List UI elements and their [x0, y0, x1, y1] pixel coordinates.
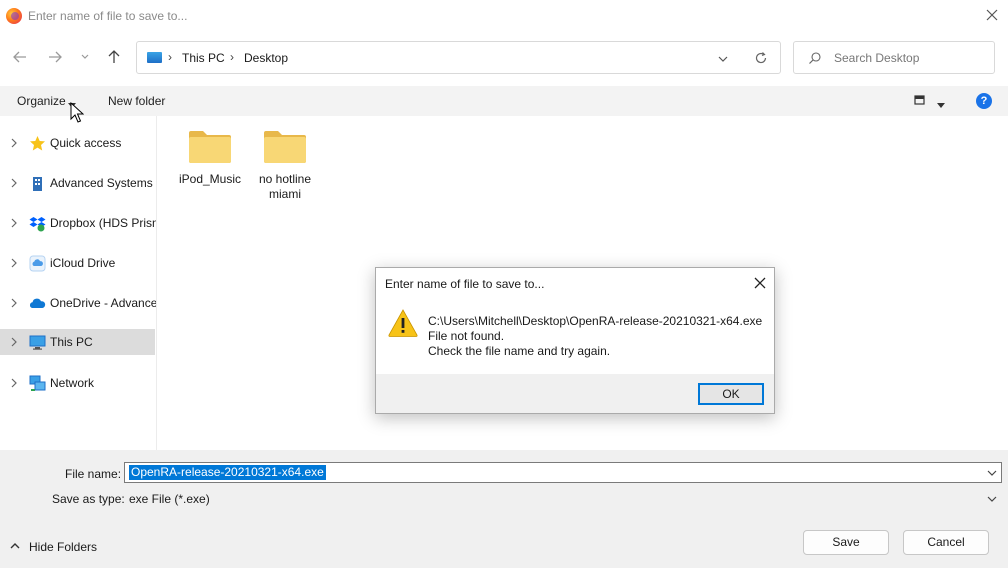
- search-icon: [808, 51, 822, 68]
- breadcrumb-desktop[interactable]: Desktop: [244, 51, 288, 65]
- file-name-value[interactable]: OpenRA-release-20210321-x64.exe: [129, 465, 326, 480]
- chevron-right-icon[interactable]: [9, 178, 19, 188]
- network-icon: [29, 375, 46, 391]
- file-name-field[interactable]: OpenRA-release-20210321-x64.exe: [124, 462, 1002, 483]
- chevron-down-icon[interactable]: [987, 469, 997, 477]
- building-icon: [33, 177, 42, 191]
- up-icon[interactable]: [103, 46, 125, 68]
- chevron-right-icon[interactable]: [9, 138, 19, 148]
- sidebar-item-label: iCloud Drive: [50, 256, 116, 270]
- folder-item[interactable]: no hotline miami: [249, 128, 321, 202]
- folder-item[interactable]: iPod_Music: [174, 128, 246, 187]
- chevron-right-icon[interactable]: [9, 258, 19, 268]
- folder-icon: [263, 128, 307, 164]
- help-icon[interactable]: ?: [976, 93, 992, 109]
- sidebar-item-label: OneDrive - Advance: [50, 296, 157, 310]
- save-type-label: Save as type:: [52, 492, 125, 506]
- sidebar-item-dropbox[interactable]: Dropbox (HDS Prism: [0, 210, 157, 236]
- save-footer: File name: OpenRA-release-20210321-x64.e…: [0, 450, 1008, 568]
- chevron-right-icon[interactable]: [9, 378, 19, 388]
- computer-icon: [147, 52, 162, 63]
- breadcrumb-this-pc[interactable]: This PC: [182, 51, 225, 65]
- chevron-up-icon: [10, 543, 20, 549]
- search-input[interactable]: Search Desktop: [793, 41, 995, 74]
- dialog-message: File not found.: [428, 329, 505, 343]
- command-bar: Organize New folder ?: [0, 86, 1008, 116]
- error-dialog: Enter name of file to save to... C:\User…: [375, 267, 775, 414]
- navigation-bar: › This PC › Desktop Search Desktop: [0, 38, 1008, 78]
- sidebar-item-label: Network: [50, 376, 95, 390]
- save-type-select[interactable]: exe File (*.exe): [124, 488, 1002, 509]
- title-bar: Enter name of file to save to...: [0, 0, 1008, 32]
- recent-locations-icon[interactable]: [75, 46, 95, 68]
- sidebar-item-label: Advanced Systems D: [50, 176, 157, 190]
- sidebar-item-quick-access[interactable]: Quick access: [0, 130, 156, 156]
- mouse-cursor-icon: [70, 101, 85, 124]
- folder-icon: [188, 128, 232, 164]
- save-button[interactable]: Save: [803, 530, 889, 555]
- chevron-right-icon[interactable]: [9, 337, 19, 347]
- star-icon: [30, 136, 45, 151]
- chevron-down-icon[interactable]: [987, 495, 997, 503]
- address-bar[interactable]: › This PC › Desktop: [136, 41, 781, 74]
- window-title: Enter name of file to save to...: [28, 9, 188, 23]
- folder-name: iPod_Music: [178, 172, 242, 186]
- cancel-button[interactable]: Cancel: [903, 530, 989, 555]
- chevron-right-icon[interactable]: [9, 218, 19, 228]
- sidebar-item-this-pc[interactable]: This PC: [0, 329, 155, 355]
- chevron-right-icon[interactable]: ›: [230, 50, 234, 64]
- dialog-button-bar: OK: [376, 374, 774, 413]
- dropbox-icon: [29, 217, 46, 232]
- sidebar: Quick access Advanced Systems D Dropbox …: [0, 116, 157, 450]
- close-icon[interactable]: [753, 276, 767, 290]
- forward-icon[interactable]: [44, 46, 66, 68]
- chevron-down-icon[interactable]: [937, 98, 945, 112]
- back-icon[interactable]: [9, 46, 31, 68]
- ok-button[interactable]: OK: [698, 383, 764, 405]
- folder-name: no hotline miami: [258, 172, 312, 201]
- save-type-value: exe File (*.exe): [129, 492, 210, 506]
- icloud-icon: [29, 255, 46, 272]
- sidebar-item-advanced-systems[interactable]: Advanced Systems D: [0, 170, 157, 196]
- sidebar-item-label: Dropbox (HDS Prism: [50, 216, 157, 230]
- onedrive-icon: [29, 298, 46, 308]
- sidebar-item-icloud-drive[interactable]: iCloud Drive: [0, 250, 156, 276]
- hide-folders-label: Hide Folders: [29, 540, 98, 554]
- search-placeholder: Search Desktop: [834, 51, 920, 65]
- sidebar-item-network[interactable]: Network: [0, 370, 156, 396]
- chevron-right-icon[interactable]: [9, 298, 19, 308]
- address-history-icon[interactable]: [717, 53, 729, 67]
- view-options-icon[interactable]: [914, 95, 926, 110]
- refresh-icon[interactable]: [754, 51, 768, 68]
- chevron-right-icon[interactable]: ›: [168, 50, 172, 64]
- firefox-icon: [6, 8, 22, 24]
- organize-button[interactable]: Organize: [17, 94, 66, 108]
- computer-icon: [29, 335, 46, 350]
- dialog-title: Enter name of file to save to...: [385, 277, 545, 291]
- warning-icon: [388, 308, 418, 338]
- sidebar-item-label: Quick access: [50, 136, 122, 150]
- file-name-label: File name:: [65, 467, 122, 481]
- dialog-path: C:\Users\Mitchell\Desktop\OpenRA-release…: [428, 314, 763, 328]
- sidebar-item-label: This PC: [50, 335, 93, 349]
- close-icon[interactable]: [981, 4, 1003, 26]
- dialog-hint: Check the file name and try again.: [428, 344, 611, 358]
- new-folder-button[interactable]: New folder: [108, 94, 165, 108]
- sidebar-item-onedrive[interactable]: OneDrive - Advance: [0, 290, 157, 316]
